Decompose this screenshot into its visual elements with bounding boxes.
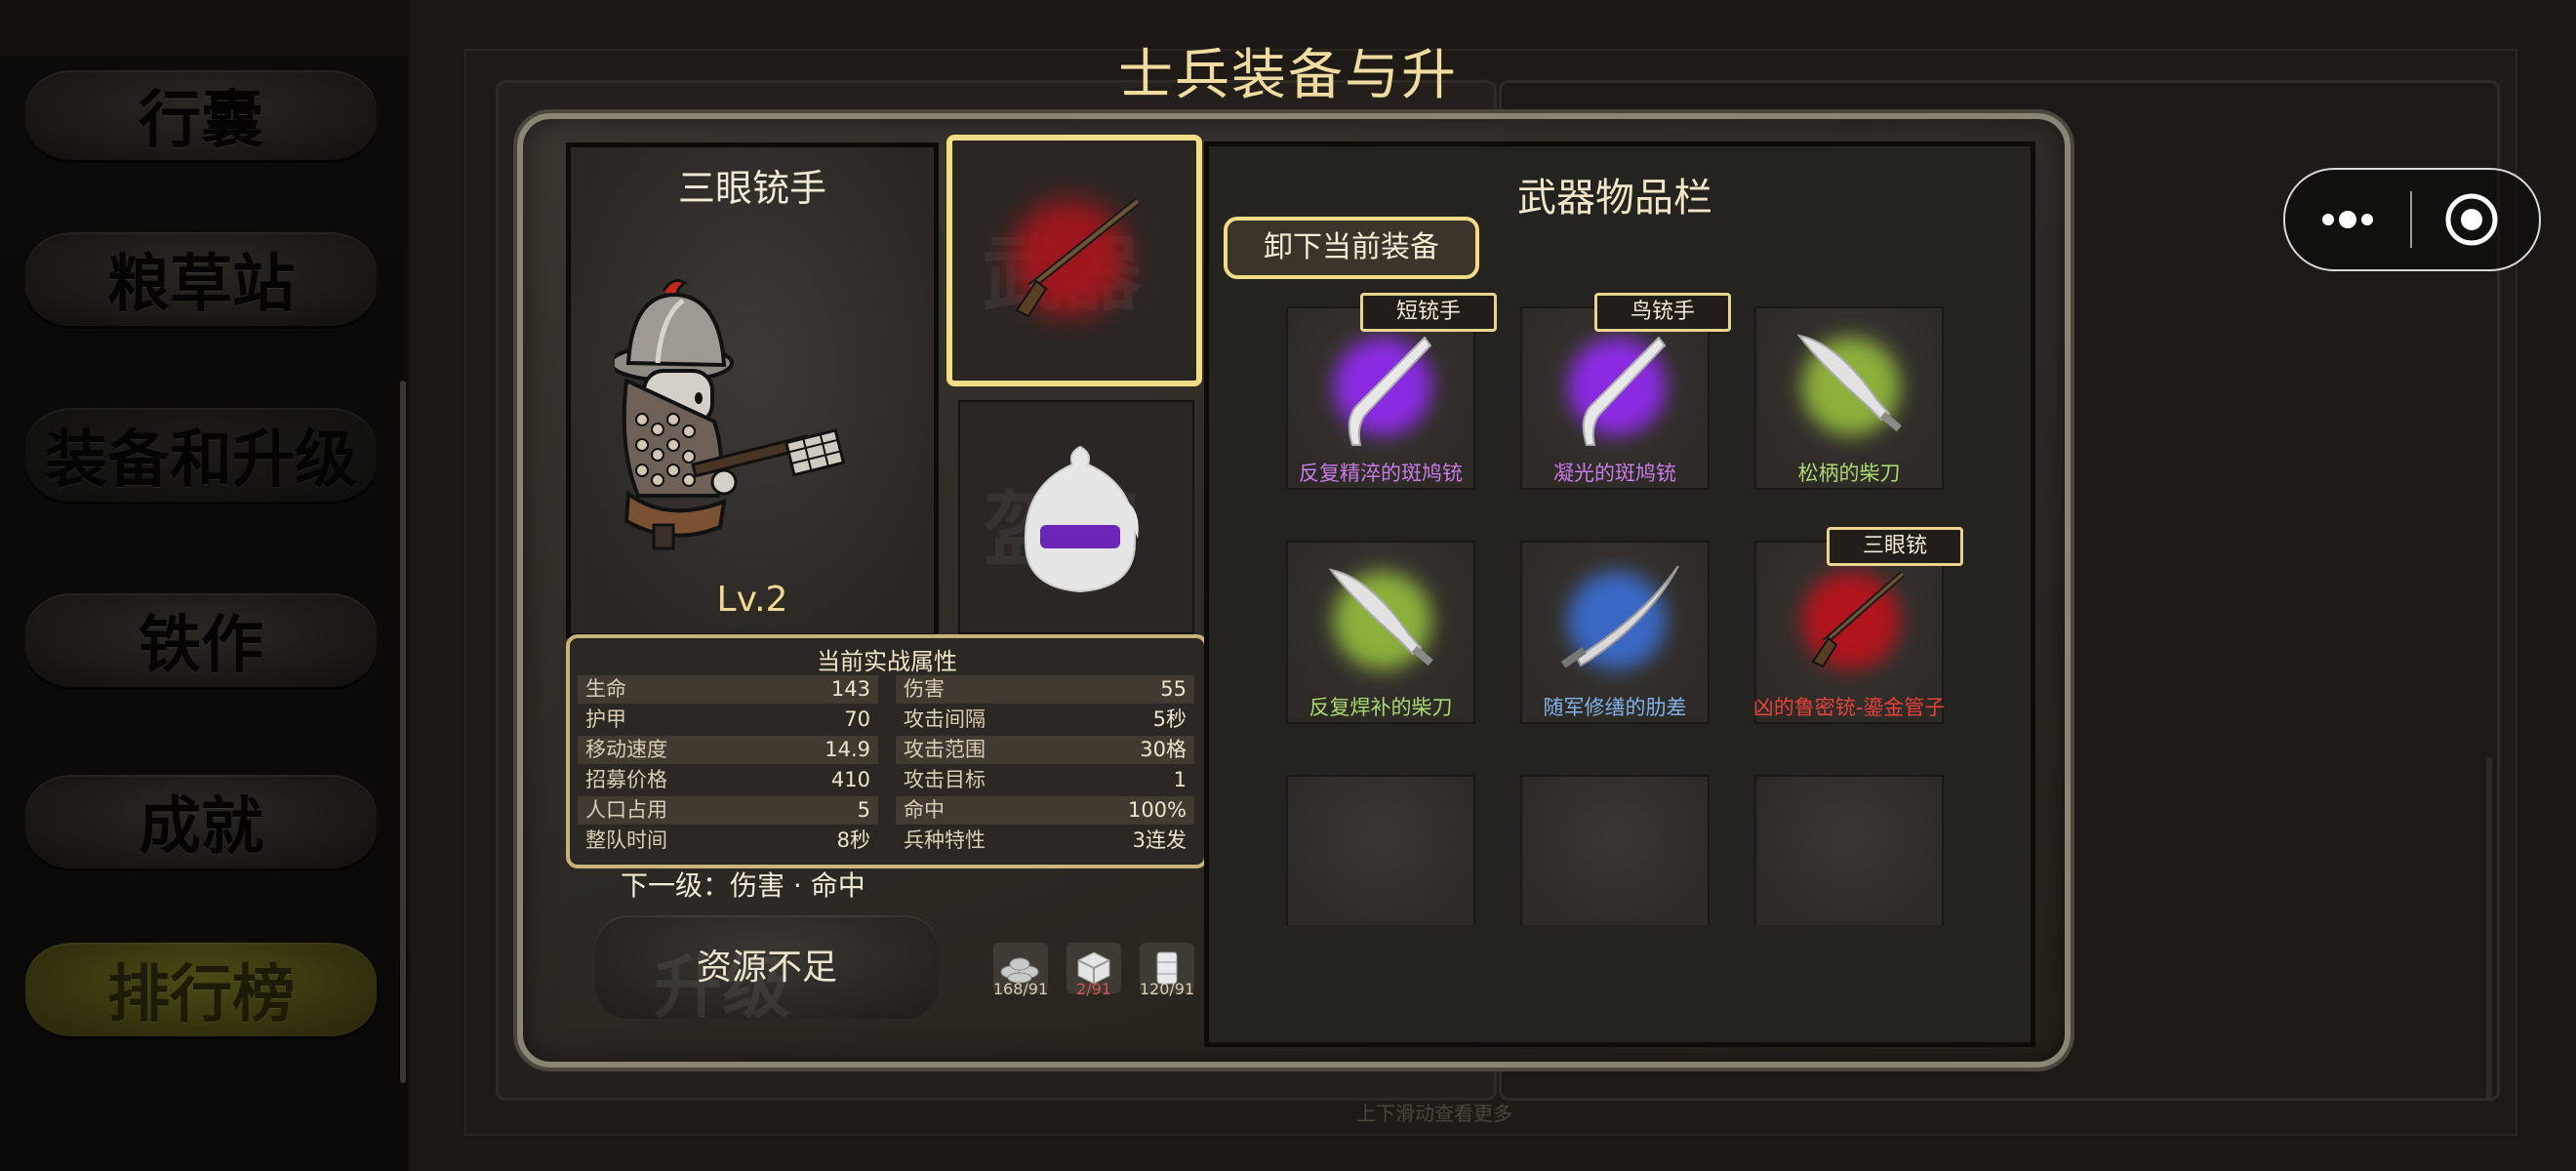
unequip-button[interactable]: 卸下当前装备 [1224,217,1479,279]
empty-inventory-slot[interactable] [1286,775,1475,925]
stat-label: 兵种特性 [904,828,986,852]
stat-label: 命中 [904,798,945,822]
stat-value: 8秒 [836,828,870,852]
stat-label: 护甲 [585,707,626,731]
musket-icon [1015,197,1141,318]
weapon-slot[interactable]: 武器 [946,135,1202,386]
stat-label: 攻击目标 [904,768,986,791]
inventory-title: 武器物品栏 [1517,176,1712,221]
stat-value: 3连发 [1132,828,1187,852]
soldier-figure [615,278,846,550]
item-name: 松柄的柴刀 [1797,462,1901,485]
stat-label: 移动速度 [585,738,667,761]
resource-value: 120/91 [1139,980,1195,998]
stat-row: 兵种特性 3连发 [896,827,1194,855]
empty-inventory-slot[interactable] [1520,775,1710,925]
right-scrollbar[interactable] [2486,757,2492,1099]
stat-value: 55 [1160,677,1187,701]
musket-icon [1811,571,1906,668]
stat-row: 移动速度 14.9 [578,736,878,764]
sickle-gun-icon [1582,336,1667,446]
stat-row: 护甲 70 [578,706,878,734]
unit-level: Lv.2 [716,580,788,620]
stat-row: 伤害 55 [896,675,1194,704]
machete-icon [1796,334,1902,432]
item-name: 反复焊补的柴刀 [1308,696,1453,719]
stat-value: 5 [857,798,870,822]
short-blade-icon [1560,565,1679,668]
item-name: 凶的鲁密铳-鎏金管子 [1752,696,1946,719]
stats-title: 当前实战属性 [817,648,957,675]
stat-row: 攻击间隔 5秒 [896,706,1194,734]
stat-label: 生命 [585,677,626,701]
sidebar-item-supply-station[interactable]: 粮草站 [25,232,377,326]
stat-value: 5秒 [1152,707,1187,731]
resource-value: 168/91 [992,980,1049,998]
sidebar-item-equip-upgrade[interactable]: 装备和升级 [25,408,377,502]
unit-name: 三眼铳手 [677,167,826,210]
stat-row: 攻击目标 1 [896,766,1194,794]
stat-label: 伤害 [904,677,945,701]
upgrade-button[interactable]: 升级 资源不足 [595,915,939,1028]
stat-value: 143 [830,677,870,701]
miniprogram-capsule [2283,168,2541,271]
upgrade-button-label: 资源不足 [696,948,837,988]
stat-value: 100% [1127,798,1187,822]
helmet-icon [1024,445,1139,593]
sidebar: 行囊 粮草站 装备和升级 铁作 成就 排行榜 [0,0,408,1171]
equipped-tag: 鸟铳手 [1594,293,1731,332]
stat-label: 人口占用 [585,798,667,822]
sidebar-scrollbar[interactable] [400,381,406,1083]
stat-value: 30格 [1140,738,1187,761]
stat-value: 70 [844,707,870,731]
stat-label: 攻击范围 [904,738,986,761]
armor-slot[interactable]: 盔甲 [958,400,1194,634]
stat-value: 14.9 [825,738,870,761]
sickle-gun-icon [1348,336,1432,446]
close-miniprogram-icon[interactable] [2443,191,2500,248]
stat-row: 招募价格 410 [578,766,878,794]
stat-row: 整队时间 8秒 [578,827,878,855]
sidebar-item-bag[interactable]: 行囊 [25,70,377,160]
sidebar-item-achievements[interactable]: 成就 [25,775,377,868]
scroll-hint: 上下滑动查看更多 [1356,1102,1512,1125]
item-name: 凝光的斑鸠铳 [1553,462,1676,485]
stat-row: 攻击范围 30格 [896,736,1194,764]
equipped-tag: 三眼铳 [1827,527,1963,566]
next-level-info: 下一级：伤害 · 命中 [621,869,865,902]
more-options-icon[interactable] [2318,191,2377,248]
stat-row: 命中 100% [896,796,1194,825]
stat-row: 生命 143 [578,675,878,704]
stat-label: 攻击间隔 [904,707,986,731]
equipped-tag: 短铳手 [1360,293,1497,332]
stats-panel: 当前实战属性 生命 143 伤害 55 护甲 70 攻击间隔 5秒 移动速度 14.9 攻… [566,634,1208,868]
sidebar-item-ironwork[interactable]: 铁作 [25,593,377,687]
stat-value: 410 [830,768,870,791]
machete-icon [1328,568,1433,666]
item-name: 随军修缮的肋差 [1543,696,1687,719]
stat-value: 1 [1173,768,1187,791]
stat-label: 整队时间 [585,828,667,852]
item-name: 反复精淬的斑鸠铳 [1299,462,1463,485]
empty-inventory-slot[interactable] [1754,775,1944,925]
stat-label: 招募价格 [585,768,667,791]
resource-value: 2/91 [1076,980,1111,998]
stat-row: 人口占用 5 [578,796,878,825]
sidebar-item-leaderboard[interactable]: 排行榜 [25,943,377,1036]
